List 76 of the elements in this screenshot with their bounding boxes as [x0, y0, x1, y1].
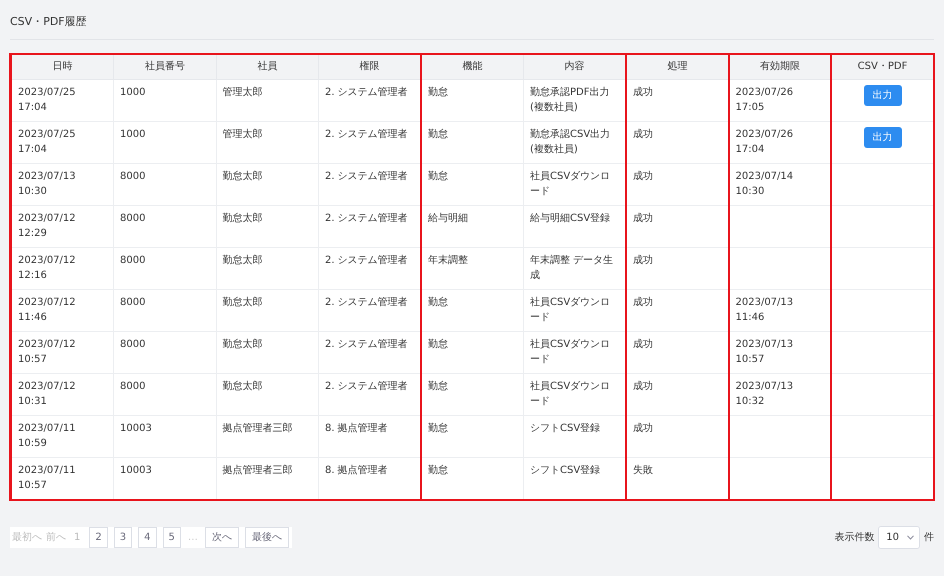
page-number[interactable]: 5 [162, 526, 181, 548]
table-cell: 2023/07/13 10:32 [728, 373, 831, 415]
table-cell: 2023/07/13 10:30 [11, 163, 114, 205]
table-cell: 成功 [626, 331, 728, 373]
table-cell: 成功 [626, 163, 728, 205]
table-cell: 勤怠 [421, 331, 524, 373]
table-cell: 8000 [114, 331, 216, 373]
table-cell: 2023/07/12 12:16 [11, 247, 114, 289]
table-cell: 2023/07/13 11:46 [728, 289, 831, 331]
table-cell: 管理太郎 [216, 121, 318, 163]
table-cell: 勤怠 [421, 457, 524, 499]
page-number[interactable]: 2 [89, 526, 108, 548]
table-cell: 成功 [626, 289, 728, 331]
column-header: 有効期限 [728, 54, 831, 79]
pagination-link[interactable]: 最後へ [244, 526, 289, 548]
table-cell: 2023/07/14 10:30 [728, 163, 831, 205]
table-cell: 勤怠 [421, 79, 524, 121]
table-cell: 勤怠太郎 [216, 289, 318, 331]
table-cell: 年末調整 [421, 247, 524, 289]
table-cell: 成功 [626, 205, 728, 247]
column-header: 日時 [11, 54, 114, 79]
column-header: 内容 [524, 54, 626, 79]
column-header: 社員番号 [114, 54, 216, 79]
table-cell: 拠点管理者三郎 [216, 415, 318, 457]
column-header: 機能 [421, 54, 524, 79]
table-cell: 勤怠太郎 [216, 331, 318, 373]
column-header: CSV・PDF [831, 54, 934, 79]
table-cell: 勤怠 [421, 289, 524, 331]
ellipsis: … [186, 530, 199, 544]
table-cell: 10003 [114, 415, 216, 457]
table-cell: 勤怠 [421, 121, 524, 163]
chevron-down-icon [907, 534, 914, 540]
table-cell: 成功 [626, 373, 728, 415]
table-cell: 勤怠太郎 [216, 247, 318, 289]
table-cell: 2023/07/11 10:57 [11, 457, 114, 499]
page-number[interactable]: 3 [114, 526, 132, 548]
table-cell: 勤怠太郎 [216, 373, 318, 415]
page-number[interactable]: 4 [138, 526, 156, 548]
table-cell: 2023/07/26 17:05 [728, 79, 831, 121]
table-cell: 2023/07/25 17:04 [11, 79, 114, 121]
table-cell: 2023/07/11 10:59 [11, 415, 114, 457]
table-cell: 成功 [626, 247, 728, 289]
page-size-select[interactable]: 10 [878, 526, 920, 548]
table-cell: 8000 [114, 247, 216, 289]
pagination-link[interactable]: 次へ [204, 526, 239, 548]
table-cell: 1000 [114, 121, 216, 163]
table-cell: 2023/07/12 12:29 [11, 205, 114, 247]
table-cell: 給与明細 [421, 205, 524, 247]
table-cell: 勤怠 [421, 163, 524, 205]
table-cell: 2023/07/26 17:04 [728, 121, 831, 163]
table-cell: 1000 [114, 79, 216, 121]
page-size-label: 表示件数 [834, 530, 874, 544]
table-cell: 2023/07/12 10:31 [11, 373, 114, 415]
page-title: CSV・PDF履歴 [10, 0, 934, 40]
table-cell: 2023/07/12 10:57 [11, 331, 114, 373]
output-button[interactable]: 出力 [864, 126, 902, 148]
table-cell: 勤怠 [421, 415, 524, 457]
table-cell: 成功 [626, 79, 728, 121]
table-cell: 2023/07/25 17:04 [11, 121, 114, 163]
table-cell: 8000 [114, 373, 216, 415]
table-cell: 8000 [114, 289, 216, 331]
table-cell: 2023/07/12 11:46 [11, 289, 114, 331]
column-header: 権限 [318, 54, 421, 79]
table-cell: 勤怠太郎 [216, 205, 318, 247]
column-header: 社員 [216, 54, 318, 79]
table-cell: 8000 [114, 205, 216, 247]
column-header: 処理 [626, 54, 728, 79]
table-cell: 管理太郎 [216, 79, 318, 121]
table-cell: 勤怠 [421, 373, 524, 415]
page-size-unit: 件 [924, 530, 934, 544]
table-cell: 勤怠太郎 [216, 163, 318, 205]
output-button[interactable]: 出力 [864, 84, 902, 106]
table-cell: 8000 [114, 163, 216, 205]
table-cell: 成功 [626, 121, 728, 163]
table-cell: 2023/07/13 10:57 [728, 331, 831, 373]
table-cell: 成功 [626, 415, 728, 457]
